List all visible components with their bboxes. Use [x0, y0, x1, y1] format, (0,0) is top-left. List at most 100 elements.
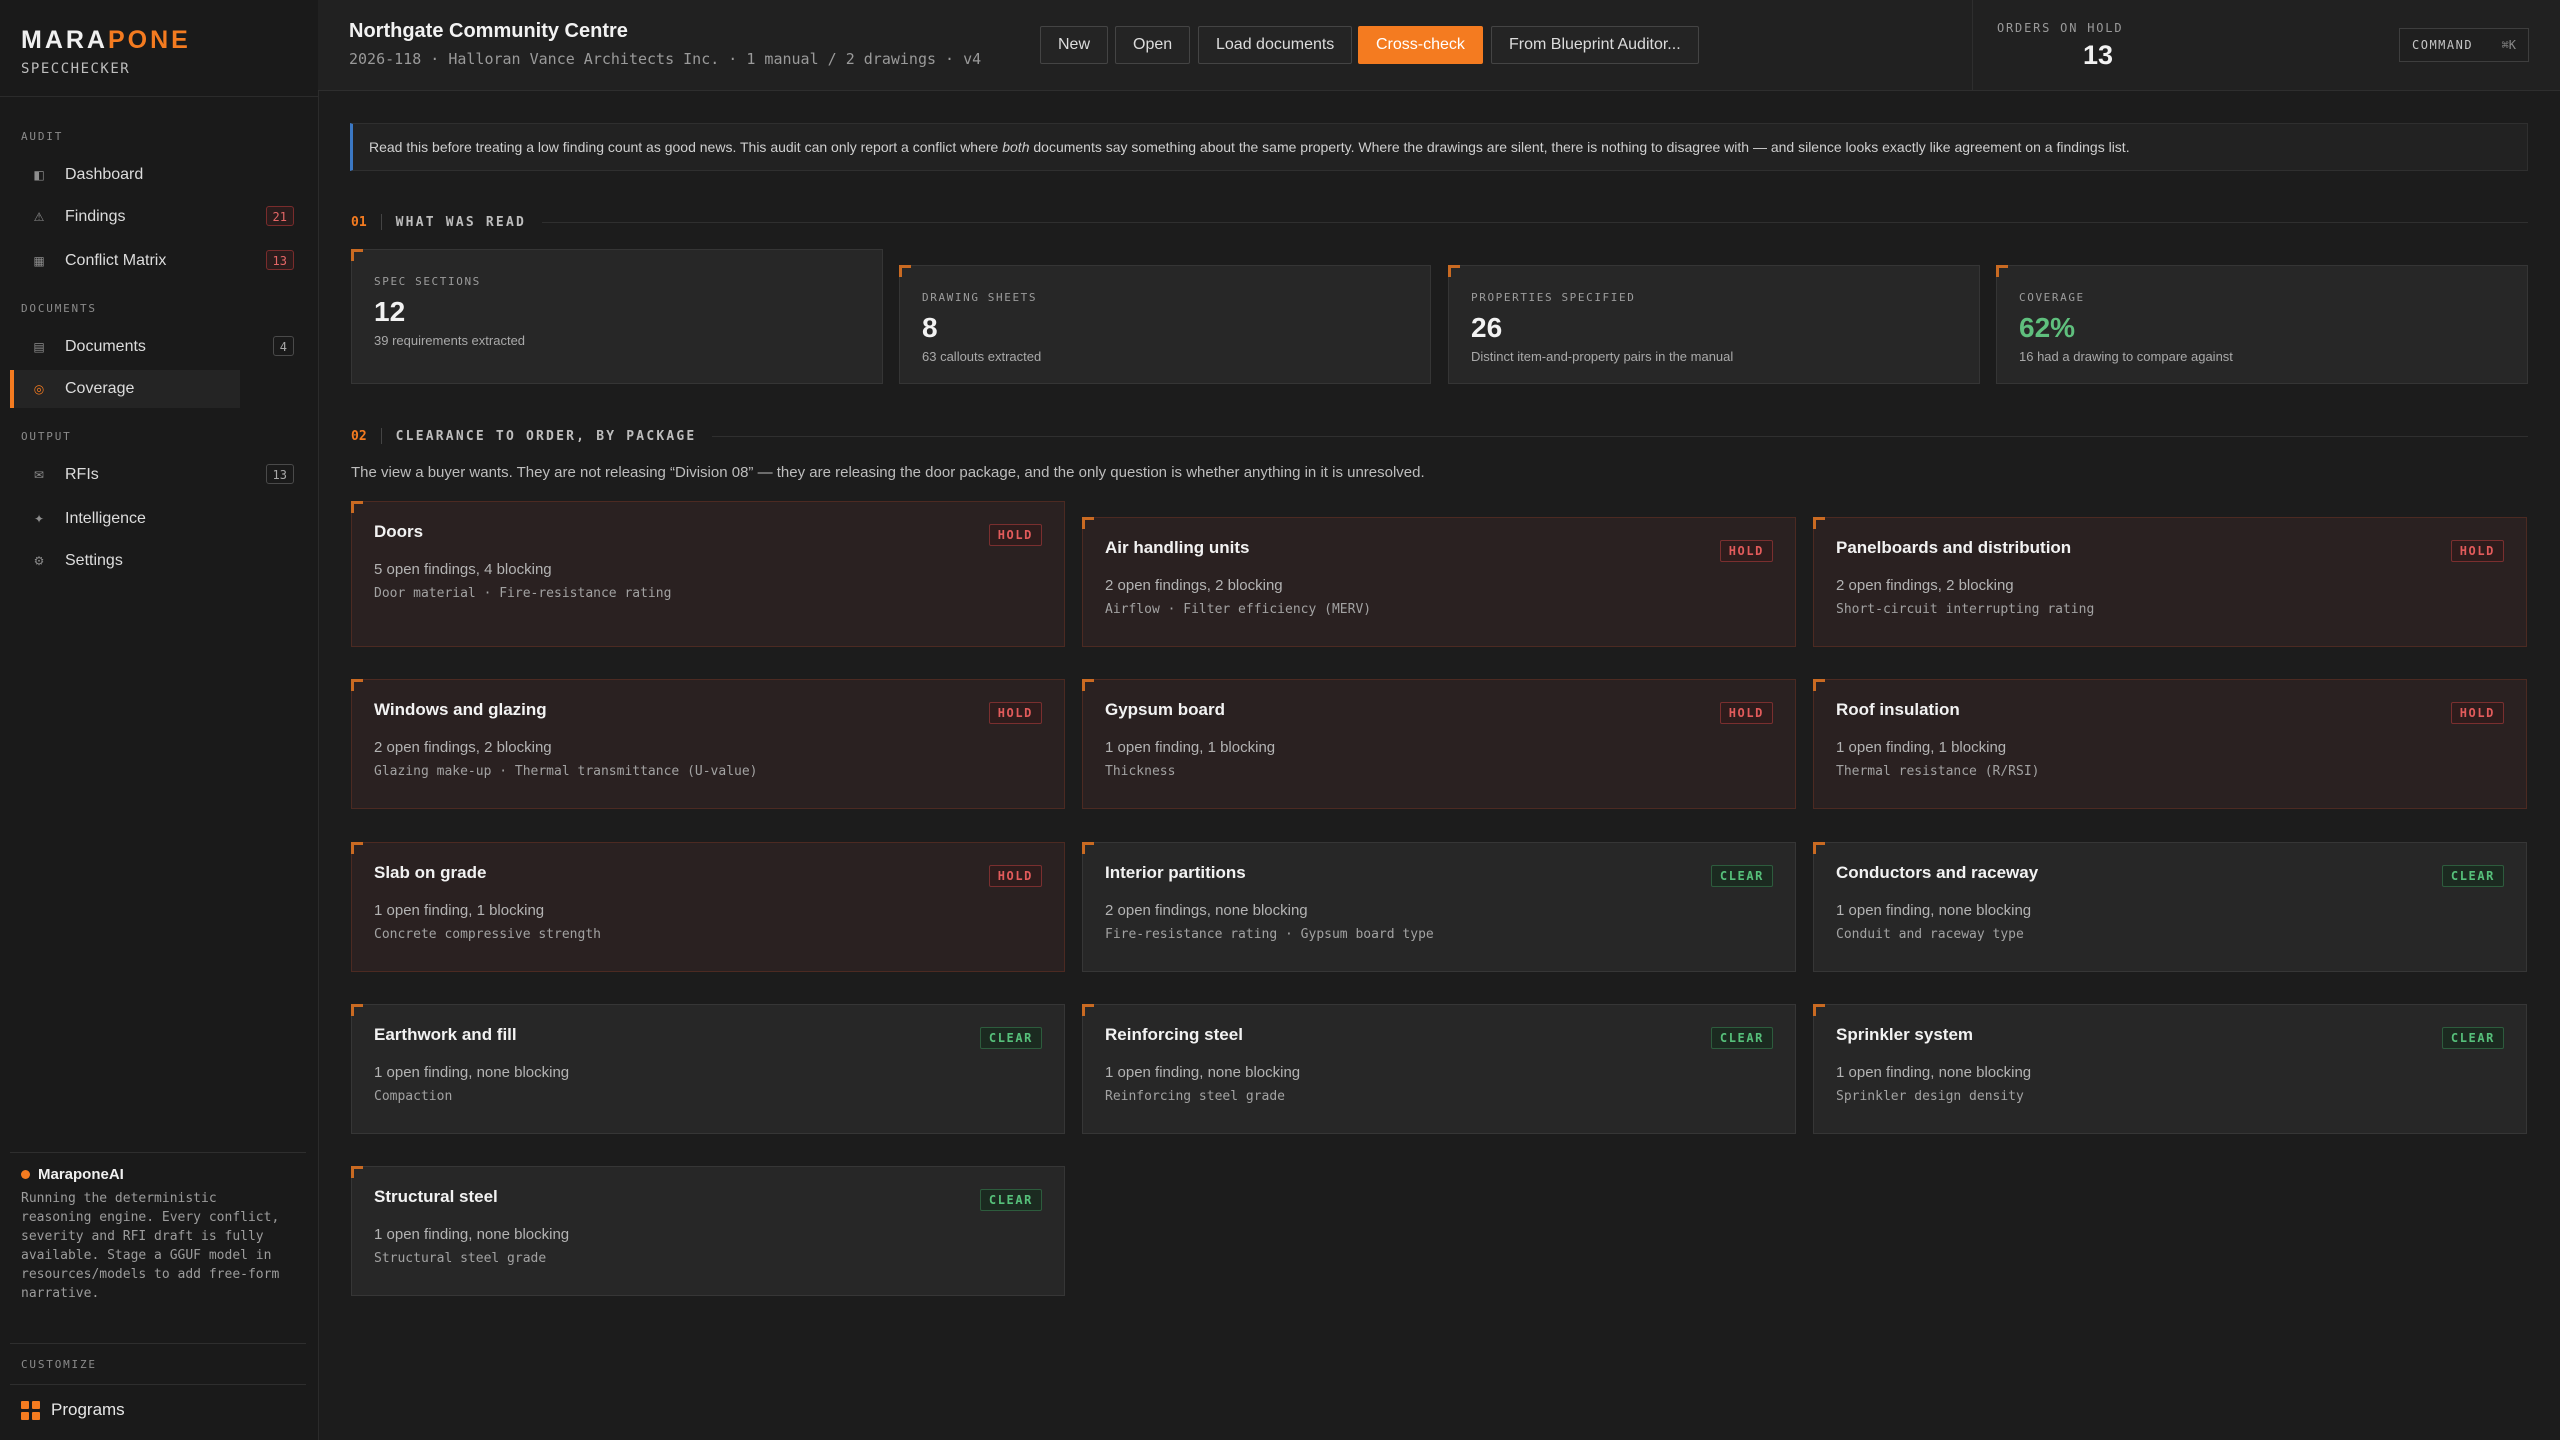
property-list: Conduit and raceway type — [1836, 927, 2024, 942]
open-button[interactable]: Open — [1115, 26, 1191, 64]
dashboard-icon: ◧ — [33, 168, 45, 182]
grid-icon — [21, 1400, 40, 1420]
ai-description: Running the deterministic reasoning engi… — [21, 1191, 280, 1301]
divider — [542, 221, 2528, 223]
sidebar-item-intelligence[interactable]: ✦ Intelligence — [10, 500, 300, 538]
package-card-panelboards[interactable]: Panelboards and distribution HOLD 2 open… — [1813, 517, 2527, 647]
count-badge: 21 — [265, 206, 294, 226]
sidebar-item-label: Documents — [65, 338, 146, 355]
package-name: Gypsum board — [1105, 700, 1225, 719]
status-badge: HOLD — [988, 702, 1042, 724]
package-card-structural-steel[interactable]: Structural steel CLEAR 1 open finding, n… — [351, 1166, 1065, 1296]
property-list: Thickness — [1105, 764, 1176, 779]
gear-icon: ⚙ — [33, 554, 45, 568]
property-list: Glazing make-up · Thermal transmittance … — [374, 764, 758, 779]
property-list: Structural steel grade — [374, 1251, 547, 1266]
stat-value: 8 — [922, 312, 938, 343]
section-title: WHAT WAS READ — [395, 214, 527, 230]
package-card-slab-on-grade[interactable]: Slab on grade HOLD 1 open finding, 1 blo… — [351, 842, 1065, 972]
divider — [10, 1152, 306, 1153]
status-badge: CLEAR — [979, 1027, 1042, 1049]
finding-count: 1 open finding, none blocking — [374, 1064, 570, 1081]
property-list: Thermal resistance (R/RSI) — [1836, 764, 2040, 779]
sidebar-item-conflict-matrix[interactable]: ▦ Conflict Matrix 13 — [10, 242, 300, 280]
brand-name: MARAPONE — [21, 26, 191, 55]
finding-count: 2 open findings, 2 blocking — [1836, 577, 2014, 594]
property-list: Compaction — [374, 1089, 453, 1104]
package-card-air-handling-units[interactable]: Air handling units HOLD 2 open findings,… — [1082, 517, 1796, 647]
sidebar-item-settings[interactable]: ⚙ Settings — [10, 542, 300, 580]
sidebar-item-findings[interactable]: ⚠ Findings 21 — [10, 198, 300, 236]
sidebar-item-label: Dashboard — [65, 166, 144, 183]
property-list: Fire-resistance rating · Gypsum board ty… — [1105, 927, 1434, 942]
load-documents-button[interactable]: Load documents — [1198, 26, 1353, 64]
stat-card-drawing-sheets: DRAWING SHEETS 8 63 callouts extracted — [899, 265, 1431, 384]
nav-section-output: OUTPUT — [21, 430, 72, 443]
status-badge: HOLD — [1719, 540, 1773, 562]
command-label: COMMAND — [2412, 38, 2474, 52]
stat-value: 26 — [1471, 312, 1503, 343]
package-name: Windows and glazing — [374, 700, 547, 719]
from-blueprint-auditor-button[interactable]: From Blueprint Auditor... — [1491, 26, 1699, 64]
stat-card-spec-sections: SPEC SECTIONS 12 39 requirements extract… — [351, 249, 883, 384]
package-name: Earthwork and fill — [374, 1025, 517, 1044]
stat-label: SPEC SECTIONS — [374, 275, 481, 288]
package-card-interior-partitions[interactable]: Interior partitions CLEAR 2 open finding… — [1082, 842, 1796, 972]
package-card-conductors-and-raceway[interactable]: Conductors and raceway CLEAR 1 open find… — [1813, 842, 2527, 972]
package-card-doors[interactable]: Doors HOLD 5 open findings, 4 blocking D… — [351, 501, 1065, 647]
package-card-earthwork-and-fill[interactable]: Earthwork and fill CLEAR 1 open finding,… — [351, 1004, 1065, 1134]
mail-icon: ✉ — [33, 468, 45, 482]
new-button[interactable]: New — [1040, 26, 1109, 64]
sidebar-item-coverage[interactable]: ◎ Coverage — [10, 370, 240, 408]
matrix-icon: ▦ — [33, 254, 45, 268]
divider — [712, 435, 2528, 437]
nav-section-documents: DOCUMENTS — [21, 302, 97, 315]
package-name: Panelboards and distribution — [1836, 538, 2072, 557]
brand-name-part2: PONE — [108, 26, 191, 54]
cross-check-button[interactable]: Cross-check — [1358, 26, 1483, 64]
package-name: Reinforcing steel — [1105, 1025, 1243, 1044]
count-badge: 4 — [272, 336, 294, 356]
stat-note: Distinct item-and-property pairs in the … — [1471, 349, 1734, 364]
status-badge: HOLD — [988, 524, 1042, 546]
notice-text: Read this before treating a low finding … — [369, 139, 2130, 155]
top-bar: Northgate Community Centre 2026-118 · Ha… — [318, 0, 2560, 91]
status-badge: CLEAR — [1710, 865, 1773, 887]
programs-label: Programs — [51, 1400, 125, 1419]
stat-note: 16 had a drawing to compare against — [2019, 349, 2233, 364]
stat-note: 63 callouts extracted — [922, 349, 1042, 364]
sidebar-item-dashboard[interactable]: ◧ Dashboard — [10, 156, 300, 194]
project-title: Northgate Community Centre — [349, 20, 628, 42]
section-header-clearance: 02 CLEARANCE TO ORDER, BY PACKAGE — [351, 428, 2528, 444]
status-badge: CLEAR — [2441, 865, 2504, 887]
package-card-roof-insulation[interactable]: Roof insulation HOLD 1 open finding, 1 b… — [1813, 679, 2527, 809]
sidebar-item-rfis[interactable]: ✉ RFIs 13 — [10, 456, 300, 494]
ai-title-text: MaraponeAI — [38, 1166, 124, 1183]
finding-count: 1 open finding, none blocking — [1105, 1064, 1301, 1081]
package-card-gypsum-board[interactable]: Gypsum board HOLD 1 open finding, 1 bloc… — [1082, 679, 1796, 809]
sidebar: MARAPONE SPECCHECKER AUDIT ◧ Dashboard ⚠… — [0, 0, 319, 1440]
property-list: Door material · Fire-resistance rating — [374, 586, 672, 601]
stat-note: 39 requirements extracted — [374, 333, 526, 348]
finding-count: 1 open finding, 1 blocking — [1836, 739, 2007, 756]
sidebar-item-label: RFIs — [65, 466, 99, 483]
property-list: Reinforcing steel grade — [1105, 1089, 1286, 1104]
package-card-windows-and-glazing[interactable]: Windows and glazing HOLD 2 open findings… — [351, 679, 1065, 809]
target-icon: ◎ — [33, 382, 45, 396]
command-palette-button[interactable]: COMMAND ⌘K — [2399, 28, 2529, 62]
status-badge: CLEAR — [1710, 1027, 1773, 1049]
section-intro: The view a buyer wants. They are not rel… — [351, 464, 1425, 481]
property-list: Concrete compressive strength — [374, 927, 601, 942]
command-shortcut: ⌘K — [2501, 38, 2516, 52]
stat-card-coverage: COVERAGE 62% 16 had a drawing to compare… — [1996, 265, 2528, 384]
customize-heading: CUSTOMIZE — [21, 1358, 97, 1371]
package-card-reinforcing-steel[interactable]: Reinforcing steel CLEAR 1 open finding, … — [1082, 1004, 1796, 1134]
ai-title: MaraponeAI — [21, 1166, 291, 1183]
programs-button[interactable]: Programs — [21, 1400, 125, 1420]
sidebar-item-label: Settings — [65, 552, 123, 569]
package-card-sprinkler-system[interactable]: Sprinkler system CLEAR 1 open finding, n… — [1813, 1004, 2527, 1134]
status-badge: CLEAR — [2441, 1027, 2504, 1049]
sidebar-item-documents[interactable]: ▤ Documents 4 — [10, 328, 300, 366]
project-subtitle: 2026-118 · Halloran Vance Architects Inc… — [349, 50, 982, 68]
divider — [10, 1343, 306, 1344]
